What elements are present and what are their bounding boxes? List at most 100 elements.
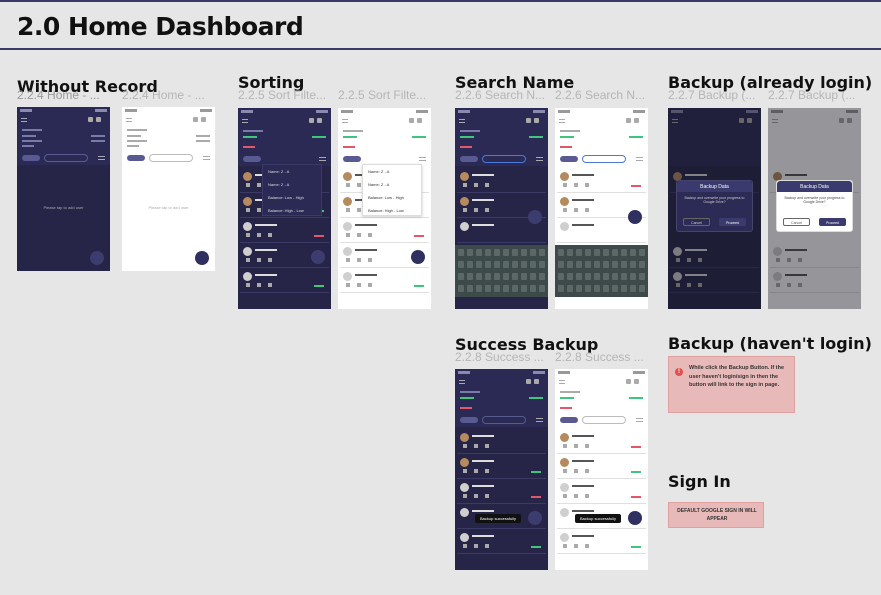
keyboard-key[interactable] — [576, 273, 582, 280]
keyboard-key[interactable] — [476, 273, 482, 280]
sort-dropdown[interactable]: Name: Z - A Name: Z - A Balance: Low - H… — [362, 164, 422, 216]
sort-icon[interactable] — [203, 156, 210, 160]
keyboard-key[interactable] — [485, 249, 491, 256]
keyboard-key[interactable] — [467, 273, 473, 280]
keyboard[interactable] — [555, 245, 648, 297]
phone-frame-success-dark[interactable]: Backup successfully — [455, 369, 548, 570]
keyboard-key[interactable] — [512, 285, 518, 292]
backup-modal[interactable]: Backup Data Backup and overwrite your pr… — [676, 180, 753, 232]
keyboard-key[interactable] — [512, 273, 518, 280]
sort-option[interactable]: Balance: High - Low — [363, 204, 421, 217]
sort-option[interactable]: Name: Z - A — [363, 178, 421, 191]
keyboard-key[interactable] — [521, 261, 527, 268]
menu-icon[interactable] — [21, 118, 27, 122]
keyboard-key[interactable] — [612, 261, 618, 268]
phone-frame-sort-dark[interactable]: Name: Z - A Name: Z - A Balance: Low - H… — [238, 108, 331, 309]
sort-icon[interactable] — [98, 156, 105, 160]
keyboard-key[interactable] — [612, 249, 618, 256]
keyboard-key[interactable] — [558, 285, 564, 292]
filter-chip[interactable] — [22, 155, 40, 161]
keyboard-key[interactable] — [458, 261, 464, 268]
proceed-button[interactable]: Proceed — [819, 218, 846, 226]
proceed-button[interactable]: Proceed — [719, 218, 746, 226]
keyboard-key[interactable] — [576, 261, 582, 268]
keyboard-key[interactable] — [558, 249, 564, 256]
keyboard-key[interactable] — [530, 249, 536, 256]
keyboard-key[interactable] — [639, 273, 645, 280]
keyboard-key[interactable] — [594, 249, 600, 256]
keyboard-key[interactable] — [630, 285, 636, 292]
add-user-button[interactable] — [195, 251, 209, 265]
keyboard-key[interactable] — [494, 285, 500, 292]
keyboard-key[interactable] — [576, 285, 582, 292]
keyboard-key[interactable] — [494, 273, 500, 280]
keyboard-key[interactable] — [539, 285, 545, 292]
keyboard-key[interactable] — [621, 273, 627, 280]
keyboard-key[interactable] — [458, 249, 464, 256]
keyboard-key[interactable] — [476, 249, 482, 256]
keyboard[interactable] — [455, 245, 548, 297]
keyboard-key[interactable] — [467, 261, 473, 268]
keyboard-key[interactable] — [576, 249, 582, 256]
search-input[interactable] — [44, 154, 88, 162]
add-user-button[interactable] — [90, 251, 104, 265]
filter-chip[interactable] — [127, 155, 145, 161]
cloud-icon[interactable] — [96, 117, 101, 122]
chart-icon[interactable] — [88, 117, 93, 122]
keyboard-key[interactable] — [621, 261, 627, 268]
cloud-icon[interactable] — [201, 117, 206, 122]
keyboard-key[interactable] — [558, 261, 564, 268]
keyboard-key[interactable] — [530, 273, 536, 280]
keyboard-key[interactable] — [603, 249, 609, 256]
keyboard-key[interactable] — [485, 261, 491, 268]
cancel-button[interactable]: Cancel — [783, 218, 810, 226]
keyboard-key[interactable] — [539, 273, 545, 280]
keyboard-key[interactable] — [594, 285, 600, 292]
keyboard-key[interactable] — [476, 285, 482, 292]
keyboard-key[interactable] — [585, 249, 591, 256]
sort-option[interactable]: Name: Z - A — [263, 165, 321, 178]
keyboard-key[interactable] — [621, 285, 627, 292]
keyboard-key[interactable] — [603, 261, 609, 268]
keyboard-key[interactable] — [494, 249, 500, 256]
keyboard-key[interactable] — [476, 261, 482, 268]
sort-option[interactable]: Balance: Low - High — [363, 191, 421, 204]
keyboard-key[interactable] — [521, 249, 527, 256]
keyboard-key[interactable] — [567, 273, 573, 280]
keyboard-key[interactable] — [458, 285, 464, 292]
keyboard-key[interactable] — [494, 261, 500, 268]
keyboard-key[interactable] — [485, 273, 491, 280]
keyboard-key[interactable] — [630, 249, 636, 256]
backup-modal[interactable]: Backup Data Backup and overwrite your pr… — [776, 180, 853, 232]
keyboard-key[interactable] — [530, 261, 536, 268]
keyboard-key[interactable] — [639, 249, 645, 256]
search-input[interactable] — [149, 154, 193, 162]
keyboard-key[interactable] — [485, 285, 491, 292]
keyboard-key[interactable] — [530, 285, 536, 292]
keyboard-key[interactable] — [539, 249, 545, 256]
chart-icon[interactable] — [193, 117, 198, 122]
keyboard-key[interactable] — [503, 261, 509, 268]
keyboard-key[interactable] — [467, 249, 473, 256]
sort-option[interactable]: Name: Z - A — [263, 178, 321, 191]
keyboard-key[interactable] — [603, 273, 609, 280]
keyboard-key[interactable] — [521, 273, 527, 280]
keyboard-key[interactable] — [630, 273, 636, 280]
keyboard-key[interactable] — [512, 261, 518, 268]
keyboard-key[interactable] — [585, 261, 591, 268]
keyboard-key[interactable] — [594, 273, 600, 280]
phone-frame-success-light[interactable]: Backup successfully — [555, 369, 648, 570]
keyboard-key[interactable] — [503, 249, 509, 256]
menu-icon[interactable] — [126, 118, 132, 122]
keyboard-key[interactable] — [503, 285, 509, 292]
keyboard-key[interactable] — [567, 285, 573, 292]
cancel-button[interactable]: Cancel — [683, 218, 710, 226]
keyboard-key[interactable] — [539, 261, 545, 268]
phone-frame-empty-dark[interactable]: Please tap to add user — [17, 107, 110, 271]
phone-frame-backup-light[interactable]: Backup Data Backup and overwrite your pr… — [768, 108, 861, 309]
keyboard-key[interactable] — [594, 261, 600, 268]
keyboard-key[interactable] — [585, 285, 591, 292]
keyboard-key[interactable] — [612, 273, 618, 280]
keyboard-key[interactable] — [567, 261, 573, 268]
sort-dropdown[interactable]: Name: Z - A Name: Z - A Balance: Low - H… — [262, 164, 322, 216]
